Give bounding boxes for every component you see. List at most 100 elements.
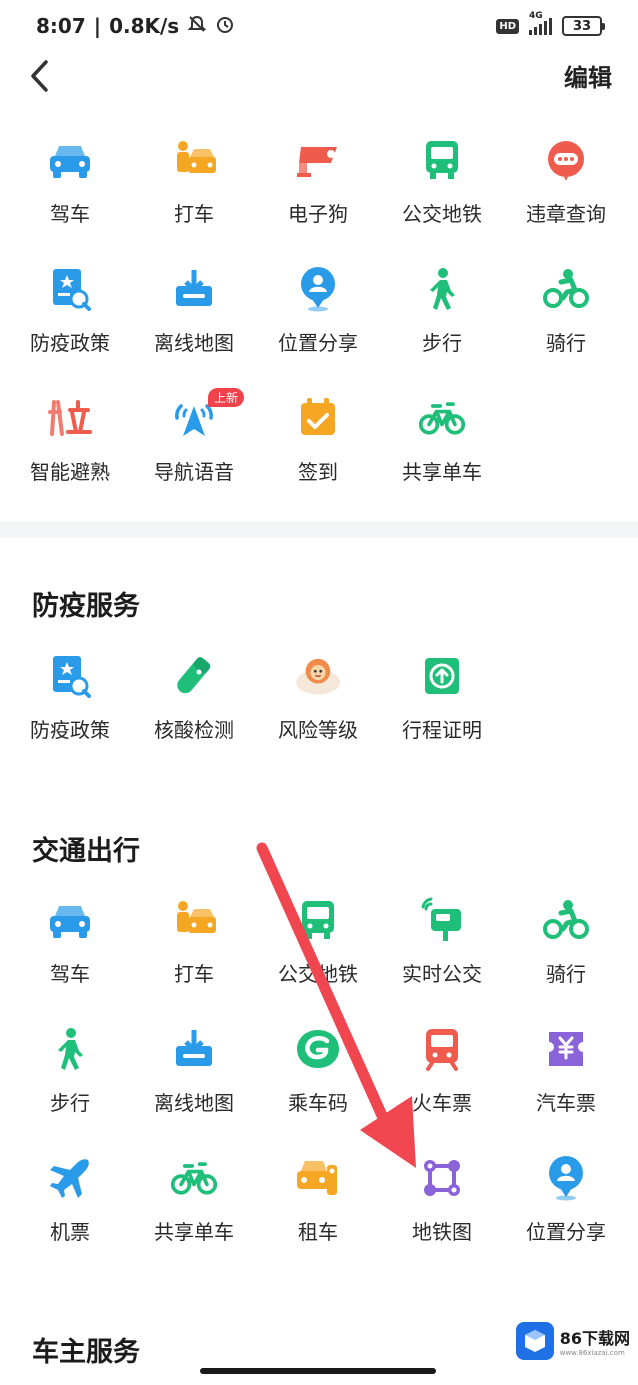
tile-label: 核酸检测 xyxy=(154,718,234,742)
tile-label: 租车 xyxy=(298,1220,338,1244)
tile-label: 乘车码 xyxy=(288,1091,348,1115)
tile-cycling[interactable]: 骑行 xyxy=(504,249,628,378)
status-bar: 8:07 | 0.8K/s HD 4G 33 xyxy=(0,0,638,52)
tile-offline-map[interactable]: 离线地图 xyxy=(132,1009,256,1138)
coach-ticket-icon xyxy=(542,1025,590,1073)
tile-location-share[interactable]: 位置分享 xyxy=(256,249,380,378)
tile-label: 驾车 xyxy=(50,202,90,226)
battery-level: 33 xyxy=(572,18,592,34)
offline-map-icon xyxy=(170,1025,218,1073)
tile-cycling[interactable]: 骑行 xyxy=(504,880,628,1009)
shared-bike-icon xyxy=(170,1154,218,1202)
status-left: 8:07 | 0.8K/s xyxy=(36,14,235,39)
tile-label: 步行 xyxy=(422,331,462,355)
hd-badge: HD xyxy=(496,18,519,34)
section-title-epidemic: 防疫服务 xyxy=(32,591,140,622)
tile-label: 离线地图 xyxy=(154,1091,234,1115)
tile-label: 公交地铁 xyxy=(278,962,358,986)
tile-taxi[interactable]: 打车 xyxy=(132,880,256,1009)
tile-label: 汽车票 xyxy=(536,1091,596,1115)
watermark-text: 86下载网 www.86xiazai.com xyxy=(560,1325,630,1357)
taxi-icon xyxy=(170,896,218,944)
tile-car[interactable]: 驾车 xyxy=(8,120,132,249)
tile-label: 防疫政策 xyxy=(30,718,110,742)
nucleic-test-icon xyxy=(170,652,218,700)
tile-label: 智能避熟 xyxy=(30,460,110,484)
offline-map-icon xyxy=(170,265,218,313)
tile-label: 位置分享 xyxy=(526,1220,606,1244)
ride-code-icon xyxy=(294,1025,342,1073)
tile-label: 公交地铁 xyxy=(402,202,482,226)
tile-label: 驾车 xyxy=(50,962,90,986)
tile-realtime-bus[interactable]: 实时公交 xyxy=(380,880,504,1009)
tile-location-share[interactable]: 位置分享 xyxy=(504,1138,628,1267)
tile-nucleic-test[interactable]: 核酸检测 xyxy=(132,636,256,765)
tile-flight-ticket[interactable]: 机票 xyxy=(8,1138,132,1267)
mute-icon xyxy=(187,14,207,39)
home-indicator[interactable] xyxy=(200,1368,436,1374)
tile-bus[interactable]: 公交地铁 xyxy=(380,120,504,249)
navigation-voice-icon: 上新 xyxy=(170,388,245,442)
back-arrow-icon xyxy=(31,60,48,92)
favorites-grid: 驾车 打车电子狗 公交地铁 违章查询防疫政策 离线地图 位置分享 步行 骑行智能避熟 上新 导航语… xyxy=(8,120,628,507)
tile-car-rental[interactable]: 租车 xyxy=(256,1138,380,1267)
violation-query-icon xyxy=(542,136,590,184)
section-divider xyxy=(0,522,638,538)
risk-level-icon xyxy=(294,652,342,700)
tile-label: 火车票 xyxy=(412,1091,472,1115)
nav-bar: 编辑 xyxy=(0,52,638,100)
tile-car[interactable]: 驾车 xyxy=(8,880,132,1009)
flight-ticket-icon xyxy=(46,1154,94,1202)
epidemic-policy-icon xyxy=(46,652,94,700)
tile-train-ticket[interactable]: 火车票 xyxy=(380,1009,504,1138)
tile-ride-code[interactable]: 乘车码 xyxy=(256,1009,380,1138)
tile-walk[interactable]: 步行 xyxy=(380,249,504,378)
tile-subway-map[interactable]: 地铁图 xyxy=(380,1138,504,1267)
tile-smart-avoid[interactable]: 智能避熟 xyxy=(8,378,132,507)
tile-navigation-voice[interactable]: 上新 导航语音 xyxy=(132,378,256,507)
tile-label: 违章查询 xyxy=(526,202,606,226)
back-button[interactable] xyxy=(20,56,60,96)
tile-coach-ticket[interactable]: 汽车票 xyxy=(504,1009,628,1138)
tile-check-in[interactable]: 签到 xyxy=(256,378,380,507)
tile-offline-map[interactable]: 离线地图 xyxy=(132,249,256,378)
tile-epidemic-policy[interactable]: 防疫政策 xyxy=(8,249,132,378)
status-time: 8:07 xyxy=(36,14,86,38)
battery-icon: 33 xyxy=(562,16,605,36)
bus-icon xyxy=(294,896,342,944)
tile-epidemic-policy[interactable]: 防疫政策 xyxy=(8,636,132,765)
section-title-transport: 交通出行 xyxy=(32,836,140,867)
trip-proof-icon xyxy=(418,652,466,700)
tile-trip-proof[interactable]: 行程证明 xyxy=(380,636,504,765)
tile-label: 电子狗 xyxy=(288,202,348,226)
watermark-name: 86下载网 xyxy=(559,1329,630,1348)
status-right: HD 4G 33 xyxy=(496,11,605,36)
tile-label: 步行 xyxy=(50,1091,90,1115)
tile-label: 地铁图 xyxy=(412,1220,472,1244)
tile-violation-query[interactable]: 违章查询 xyxy=(504,120,628,249)
cycling-icon xyxy=(542,896,590,944)
taxi-icon xyxy=(170,136,218,184)
tile-shared-bike[interactable]: 共享单车 xyxy=(380,378,504,507)
tile-shared-bike[interactable]: 共享单车 xyxy=(132,1138,256,1267)
tile-speed-camera[interactable]: 电子狗 xyxy=(256,120,380,249)
status-separator: | xyxy=(93,14,102,38)
car-icon xyxy=(46,896,94,944)
tile-label: 机票 xyxy=(50,1220,90,1244)
tile-label: 位置分享 xyxy=(278,331,358,355)
tile-label: 离线地图 xyxy=(154,331,234,355)
tile-walk[interactable]: 步行 xyxy=(8,1009,132,1138)
shared-bike-icon xyxy=(418,394,466,442)
tile-label: 共享单车 xyxy=(402,460,482,484)
smart-avoid-icon xyxy=(46,394,94,442)
tile-taxi[interactable]: 打车 xyxy=(132,120,256,249)
check-in-icon xyxy=(294,394,342,442)
walk-icon xyxy=(418,265,466,313)
transport-grid: 驾车 打车 公交地铁 实时公交 骑行步行 离线地图 乘车码 火车票 汽车票机票 共享单车 租车 地铁图… xyxy=(8,880,628,1267)
tile-bus[interactable]: 公交地铁 xyxy=(256,880,380,1009)
walk-icon xyxy=(46,1025,94,1073)
tile-label: 骑行 xyxy=(546,962,586,986)
edit-button[interactable]: 编辑 xyxy=(564,58,612,93)
tile-risk-level[interactable]: 风险等级 xyxy=(256,636,380,765)
tile-label: 骑行 xyxy=(546,331,586,355)
